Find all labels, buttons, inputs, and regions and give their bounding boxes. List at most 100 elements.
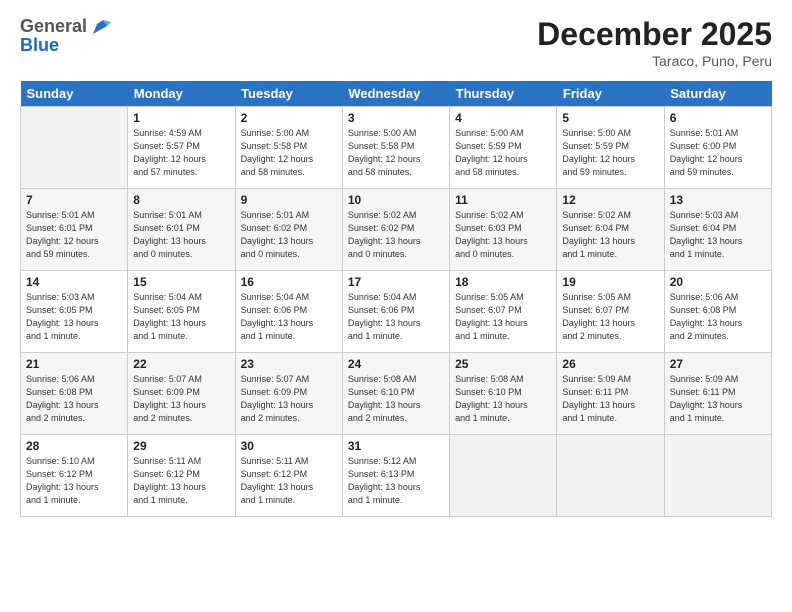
day-cell bbox=[450, 435, 557, 517]
day-info: Sunrise: 5:01 AMSunset: 6:01 PMDaylight:… bbox=[133, 209, 229, 261]
day-info: Sunrise: 5:01 AMSunset: 6:02 PMDaylight:… bbox=[241, 209, 337, 261]
day-info: Sunrise: 5:06 AMSunset: 6:08 PMDaylight:… bbox=[670, 291, 766, 343]
day-info: Sunrise: 5:03 AMSunset: 6:04 PMDaylight:… bbox=[670, 209, 766, 261]
day-cell: 8 Sunrise: 5:01 AMSunset: 6:01 PMDaylight… bbox=[128, 189, 235, 271]
day-cell: 14Sunrise: 5:03 AMSunset: 6:05 PMDayligh… bbox=[21, 271, 128, 353]
day-info: Sunrise: 5:07 AMSunset: 6:09 PMDaylight:… bbox=[241, 373, 337, 425]
day-number: 21 bbox=[26, 357, 122, 371]
day-number: 18 bbox=[455, 275, 551, 289]
day-cell: 2 Sunrise: 5:00 AMSunset: 5:58 PMDaylight… bbox=[235, 107, 342, 189]
day-info: Sunrise: 5:05 AMSunset: 6:07 PMDaylight:… bbox=[455, 291, 551, 343]
day-cell bbox=[557, 435, 664, 517]
day-number: 16 bbox=[241, 275, 337, 289]
day-info: Sunrise: 5:05 AMSunset: 6:07 PMDaylight:… bbox=[562, 291, 658, 343]
day-number: 25 bbox=[455, 357, 551, 371]
day-cell: 4 Sunrise: 5:00 AMSunset: 5:59 PMDaylight… bbox=[450, 107, 557, 189]
day-info: Sunrise: 5:04 AMSunset: 6:05 PMDaylight:… bbox=[133, 291, 229, 343]
col-header-sunday: Sunday bbox=[21, 81, 128, 107]
day-number: 7 bbox=[26, 193, 122, 207]
day-number: 8 bbox=[133, 193, 229, 207]
day-number: 9 bbox=[241, 193, 337, 207]
day-number: 6 bbox=[670, 111, 766, 125]
day-info: Sunrise: 5:09 AMSunset: 6:11 PMDaylight:… bbox=[562, 373, 658, 425]
day-number: 22 bbox=[133, 357, 229, 371]
logo: General Blue bbox=[20, 16, 111, 56]
day-cell: 27Sunrise: 5:09 AMSunset: 6:11 PMDayligh… bbox=[664, 353, 771, 435]
logo-icon bbox=[89, 16, 111, 38]
day-number: 2 bbox=[241, 111, 337, 125]
day-cell: 20Sunrise: 5:06 AMSunset: 6:08 PMDayligh… bbox=[664, 271, 771, 353]
day-cell: 7Sunrise: 5:01 AMSunset: 6:01 PMDaylight… bbox=[21, 189, 128, 271]
day-number: 31 bbox=[348, 439, 444, 453]
day-number: 10 bbox=[348, 193, 444, 207]
day-number: 13 bbox=[670, 193, 766, 207]
location-subtitle: Taraco, Puno, Peru bbox=[537, 53, 772, 69]
day-info: Sunrise: 5:00 AMSunset: 5:58 PMDaylight:… bbox=[348, 127, 444, 179]
col-header-monday: Monday bbox=[128, 81, 235, 107]
day-cell: 12Sunrise: 5:02 AMSunset: 6:04 PMDayligh… bbox=[557, 189, 664, 271]
day-cell: 13 Sunrise: 5:03 AMSunset: 6:04 PMDayligh… bbox=[664, 189, 771, 271]
col-header-saturday: Saturday bbox=[664, 81, 771, 107]
week-row-1: 1 Sunrise: 4:59 AMSunset: 5:57 PMDaylight… bbox=[21, 107, 772, 189]
day-info: Sunrise: 5:02 AMSunset: 6:03 PMDaylight:… bbox=[455, 209, 551, 261]
col-header-thursday: Thursday bbox=[450, 81, 557, 107]
day-cell: 6 Sunrise: 5:01 AMSunset: 6:00 PMDaylight… bbox=[664, 107, 771, 189]
day-cell: 21Sunrise: 5:06 AMSunset: 6:08 PMDayligh… bbox=[21, 353, 128, 435]
col-header-wednesday: Wednesday bbox=[342, 81, 449, 107]
day-info: Sunrise: 5:11 AMSunset: 6:12 PMDaylight:… bbox=[241, 455, 337, 507]
day-cell: 19 Sunrise: 5:05 AMSunset: 6:07 PMDayligh… bbox=[557, 271, 664, 353]
col-header-friday: Friday bbox=[557, 81, 664, 107]
day-info: Sunrise: 5:04 AMSunset: 6:06 PMDaylight:… bbox=[348, 291, 444, 343]
day-info: Sunrise: 4:59 AMSunset: 5:57 PMDaylight:… bbox=[133, 127, 229, 179]
day-info: Sunrise: 5:01 AMSunset: 6:00 PMDaylight:… bbox=[670, 127, 766, 179]
day-cell: 31 Sunrise: 5:12 AMSunset: 6:13 PMDayligh… bbox=[342, 435, 449, 517]
day-cell bbox=[21, 107, 128, 189]
day-number: 4 bbox=[455, 111, 551, 125]
week-row-3: 14Sunrise: 5:03 AMSunset: 6:05 PMDayligh… bbox=[21, 271, 772, 353]
day-info: Sunrise: 5:00 AMSunset: 5:59 PMDaylight:… bbox=[455, 127, 551, 179]
header: General Blue December 2025 Taraco, Puno,… bbox=[20, 16, 772, 69]
day-cell: 23Sunrise: 5:07 AMSunset: 6:09 PMDayligh… bbox=[235, 353, 342, 435]
day-cell: 29 Sunrise: 5:11 AMSunset: 6:12 PMDayligh… bbox=[128, 435, 235, 517]
day-info: Sunrise: 5:08 AMSunset: 6:10 PMDaylight:… bbox=[348, 373, 444, 425]
title-block: December 2025 Taraco, Puno, Peru bbox=[537, 16, 772, 69]
day-info: Sunrise: 5:11 AMSunset: 6:12 PMDaylight:… bbox=[133, 455, 229, 507]
col-header-tuesday: Tuesday bbox=[235, 81, 342, 107]
day-cell: 5Sunrise: 5:00 AMSunset: 5:59 PMDaylight… bbox=[557, 107, 664, 189]
day-info: Sunrise: 5:02 AMSunset: 6:02 PMDaylight:… bbox=[348, 209, 444, 261]
calendar-table: SundayMondayTuesdayWednesdayThursdayFrid… bbox=[20, 81, 772, 517]
day-cell: 22 Sunrise: 5:07 AMSunset: 6:09 PMDayligh… bbox=[128, 353, 235, 435]
day-info: Sunrise: 5:03 AMSunset: 6:05 PMDaylight:… bbox=[26, 291, 122, 343]
day-cell bbox=[664, 435, 771, 517]
week-row-2: 7 Sunrise: 5:01 AMSunset: 6:01 PMDaylight… bbox=[21, 189, 772, 271]
day-info: Sunrise: 5:12 AMSunset: 6:13 PMDaylight:… bbox=[348, 455, 444, 507]
day-number: 26 bbox=[562, 357, 658, 371]
day-cell: 3 Sunrise: 5:00 AMSunset: 5:58 PMDaylight… bbox=[342, 107, 449, 189]
day-cell: 10 Sunrise: 5:02 AMSunset: 6:02 PMDayligh… bbox=[342, 189, 449, 271]
week-row-5: 28Sunrise: 5:10 AMSunset: 6:12 PMDayligh… bbox=[21, 435, 772, 517]
day-cell: 24 Sunrise: 5:08 AMSunset: 6:10 PMDayligh… bbox=[342, 353, 449, 435]
day-number: 19 bbox=[562, 275, 658, 289]
month-title: December 2025 bbox=[537, 16, 772, 53]
day-info: Sunrise: 5:00 AMSunset: 5:58 PMDaylight:… bbox=[241, 127, 337, 179]
day-cell: 15Sunrise: 5:04 AMSunset: 6:05 PMDayligh… bbox=[128, 271, 235, 353]
day-number: 17 bbox=[348, 275, 444, 289]
day-cell: 25Sunrise: 5:08 AMSunset: 6:10 PMDayligh… bbox=[450, 353, 557, 435]
day-number: 24 bbox=[348, 357, 444, 371]
day-info: Sunrise: 5:07 AMSunset: 6:09 PMDaylight:… bbox=[133, 373, 229, 425]
day-info: Sunrise: 5:00 AMSunset: 5:59 PMDaylight:… bbox=[562, 127, 658, 179]
day-cell: 28Sunrise: 5:10 AMSunset: 6:12 PMDayligh… bbox=[21, 435, 128, 517]
day-number: 28 bbox=[26, 439, 122, 453]
day-cell: 16 Sunrise: 5:04 AMSunset: 6:06 PMDayligh… bbox=[235, 271, 342, 353]
day-cell: 9 Sunrise: 5:01 AMSunset: 6:02 PMDaylight… bbox=[235, 189, 342, 271]
day-number: 30 bbox=[241, 439, 337, 453]
day-number: 29 bbox=[133, 439, 229, 453]
main-container: General Blue December 2025 Taraco, Puno,… bbox=[0, 0, 792, 527]
day-cell: 18 Sunrise: 5:05 AMSunset: 6:07 PMDayligh… bbox=[450, 271, 557, 353]
day-cell: 1 Sunrise: 4:59 AMSunset: 5:57 PMDaylight… bbox=[128, 107, 235, 189]
day-cell: 11Sunrise: 5:02 AMSunset: 6:03 PMDayligh… bbox=[450, 189, 557, 271]
day-number: 1 bbox=[133, 111, 229, 125]
day-number: 3 bbox=[348, 111, 444, 125]
day-info: Sunrise: 5:04 AMSunset: 6:06 PMDaylight:… bbox=[241, 291, 337, 343]
day-cell: 30 Sunrise: 5:11 AMSunset: 6:12 PMDayligh… bbox=[235, 435, 342, 517]
